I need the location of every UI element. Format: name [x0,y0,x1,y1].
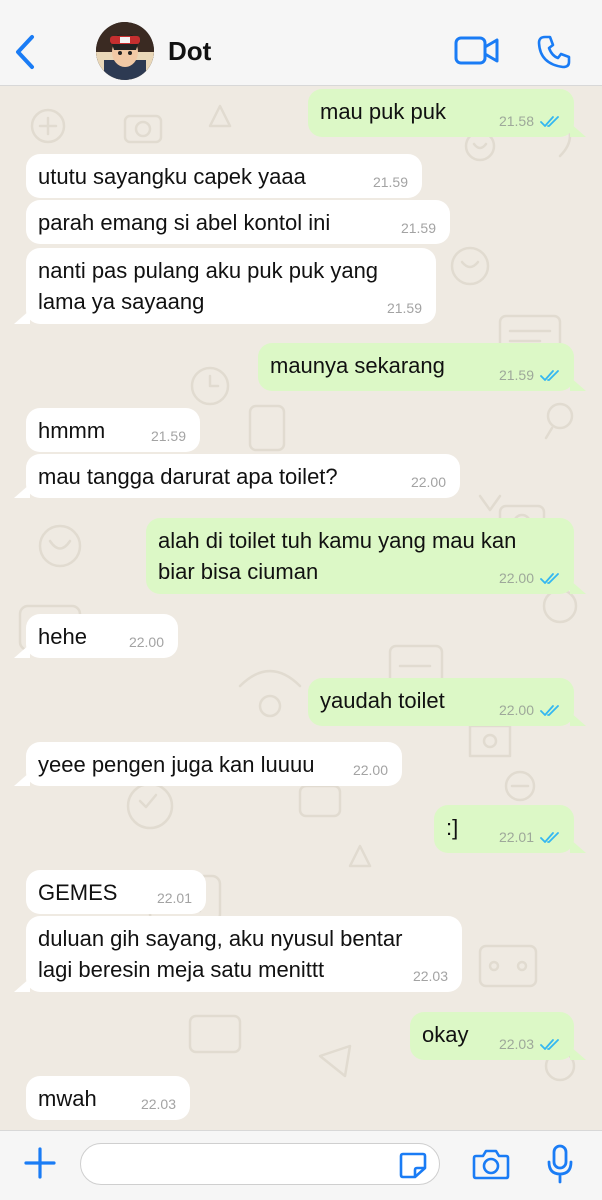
message-text: :] [446,815,459,840]
message-time: 22.03 [140,1096,176,1112]
read-receipt-icon [540,370,559,381]
incoming-message-bubble[interactable]: mwah 22.03 [26,1076,190,1120]
read-receipt-icon [540,832,559,843]
message-text: duluan gih sayang, aku nyusul bentar lag… [38,926,403,982]
message-time: 22.01 [156,890,192,906]
chat-area[interactable]: mau puk puk 21.58 ututu sayangku capek yaa… [0,86,602,1130]
message-time: 21.59 [498,367,534,383]
message-text: maunya sekarang [270,353,445,378]
camera-icon [472,1149,510,1180]
message-time: 22.00 [498,702,534,718]
message-text: nanti pas pulang aku puk puk yang lama y… [38,258,379,314]
camera-button[interactable] [472,1147,510,1181]
message-text: mau puk puk [320,99,446,124]
message-text: mau tangga darurat apa toilet? [38,464,338,489]
outgoing-message-bubble[interactable]: :] 22.01 [434,805,586,853]
read-receipt-icon [540,573,559,584]
outgoing-message-bubble[interactable]: mau puk puk 21.58 [308,89,586,137]
message-time: 21.59 [372,174,408,190]
attach-button[interactable] [22,1145,58,1181]
incoming-message-bubble[interactable]: parah emang si abel kontol ini 21.59 [26,200,450,244]
incoming-message-bubble[interactable]: GEMES 22.01 [26,870,206,914]
video-call-button[interactable] [454,34,500,68]
message-text: okay [422,1022,469,1047]
incoming-message-bubble[interactable]: hmmm 21.59 [26,408,200,452]
outgoing-message-bubble[interactable]: yaudah toilet 22.00 [308,678,586,726]
message-time: 22.00 [410,474,446,490]
contact-name[interactable]: Dot [168,36,211,67]
message-input[interactable] [80,1143,440,1185]
avatar-image [96,22,154,80]
message-time: 21.59 [150,428,186,444]
phone-icon [537,35,571,69]
message-text: parah emang si abel kontol ini [38,210,331,235]
voice-call-button[interactable] [536,34,572,70]
message-text: hmmm [38,418,106,443]
message-text: hehe [38,624,87,649]
read-receipt-icon [540,116,559,127]
message-time: 22.01 [498,829,534,845]
incoming-message-bubble[interactable]: mau tangga darurat apa toilet? 22.00 [14,454,460,498]
sticker-icon [399,1152,427,1179]
message-time: 21.58 [498,113,534,129]
read-receipt-icon [540,705,559,716]
message-time: 22.00 [498,570,534,586]
video-camera-icon [454,36,499,65]
outgoing-message-bubble[interactable]: okay 22.03 [410,1012,586,1060]
back-button[interactable] [10,31,40,73]
message-text: alah di toilet tuh kamu yang mau kan bia… [158,528,517,584]
outgoing-message-bubble[interactable]: alah di toilet tuh kamu yang mau kan bia… [146,518,586,594]
message-time: 21.59 [386,300,422,316]
microphone-icon [547,1144,573,1184]
message-time: 22.00 [352,762,388,778]
plus-icon [24,1147,56,1179]
message-time: 22.03 [498,1036,534,1052]
sticker-button[interactable] [398,1151,428,1179]
read-receipt-icon [540,1039,559,1050]
avatar[interactable] [96,22,154,80]
message-time: 22.00 [128,634,164,650]
outgoing-message-bubble[interactable]: maunya sekarang 21.59 [258,343,586,391]
incoming-message-bubble[interactable]: duluan gih sayang, aku nyusul bentar lag… [14,916,462,992]
incoming-message-bubble[interactable]: nanti pas pulang aku puk puk yang lama y… [14,248,436,324]
message-time: 21.59 [400,220,436,236]
message-text: ututu sayangku capek yaaa [38,164,306,189]
chevron-left-icon [16,35,34,69]
voice-note-button[interactable] [545,1143,575,1185]
message-text: GEMES [38,880,118,905]
incoming-message-bubble[interactable]: hehe 22.00 [14,614,178,658]
incoming-message-bubble[interactable]: ututu sayangku capek yaaa 21.59 [26,154,422,198]
incoming-message-bubble[interactable]: yeee pengen juga kan luuuu 22.00 [14,742,402,786]
message-text: yeee pengen juga kan luuuu [38,752,315,777]
composer-bar [0,1130,602,1200]
chat-header: Dot [0,0,602,86]
message-time: 22.03 [412,968,448,984]
message-text: mwah [38,1086,97,1111]
message-text: yaudah toilet [320,688,445,713]
